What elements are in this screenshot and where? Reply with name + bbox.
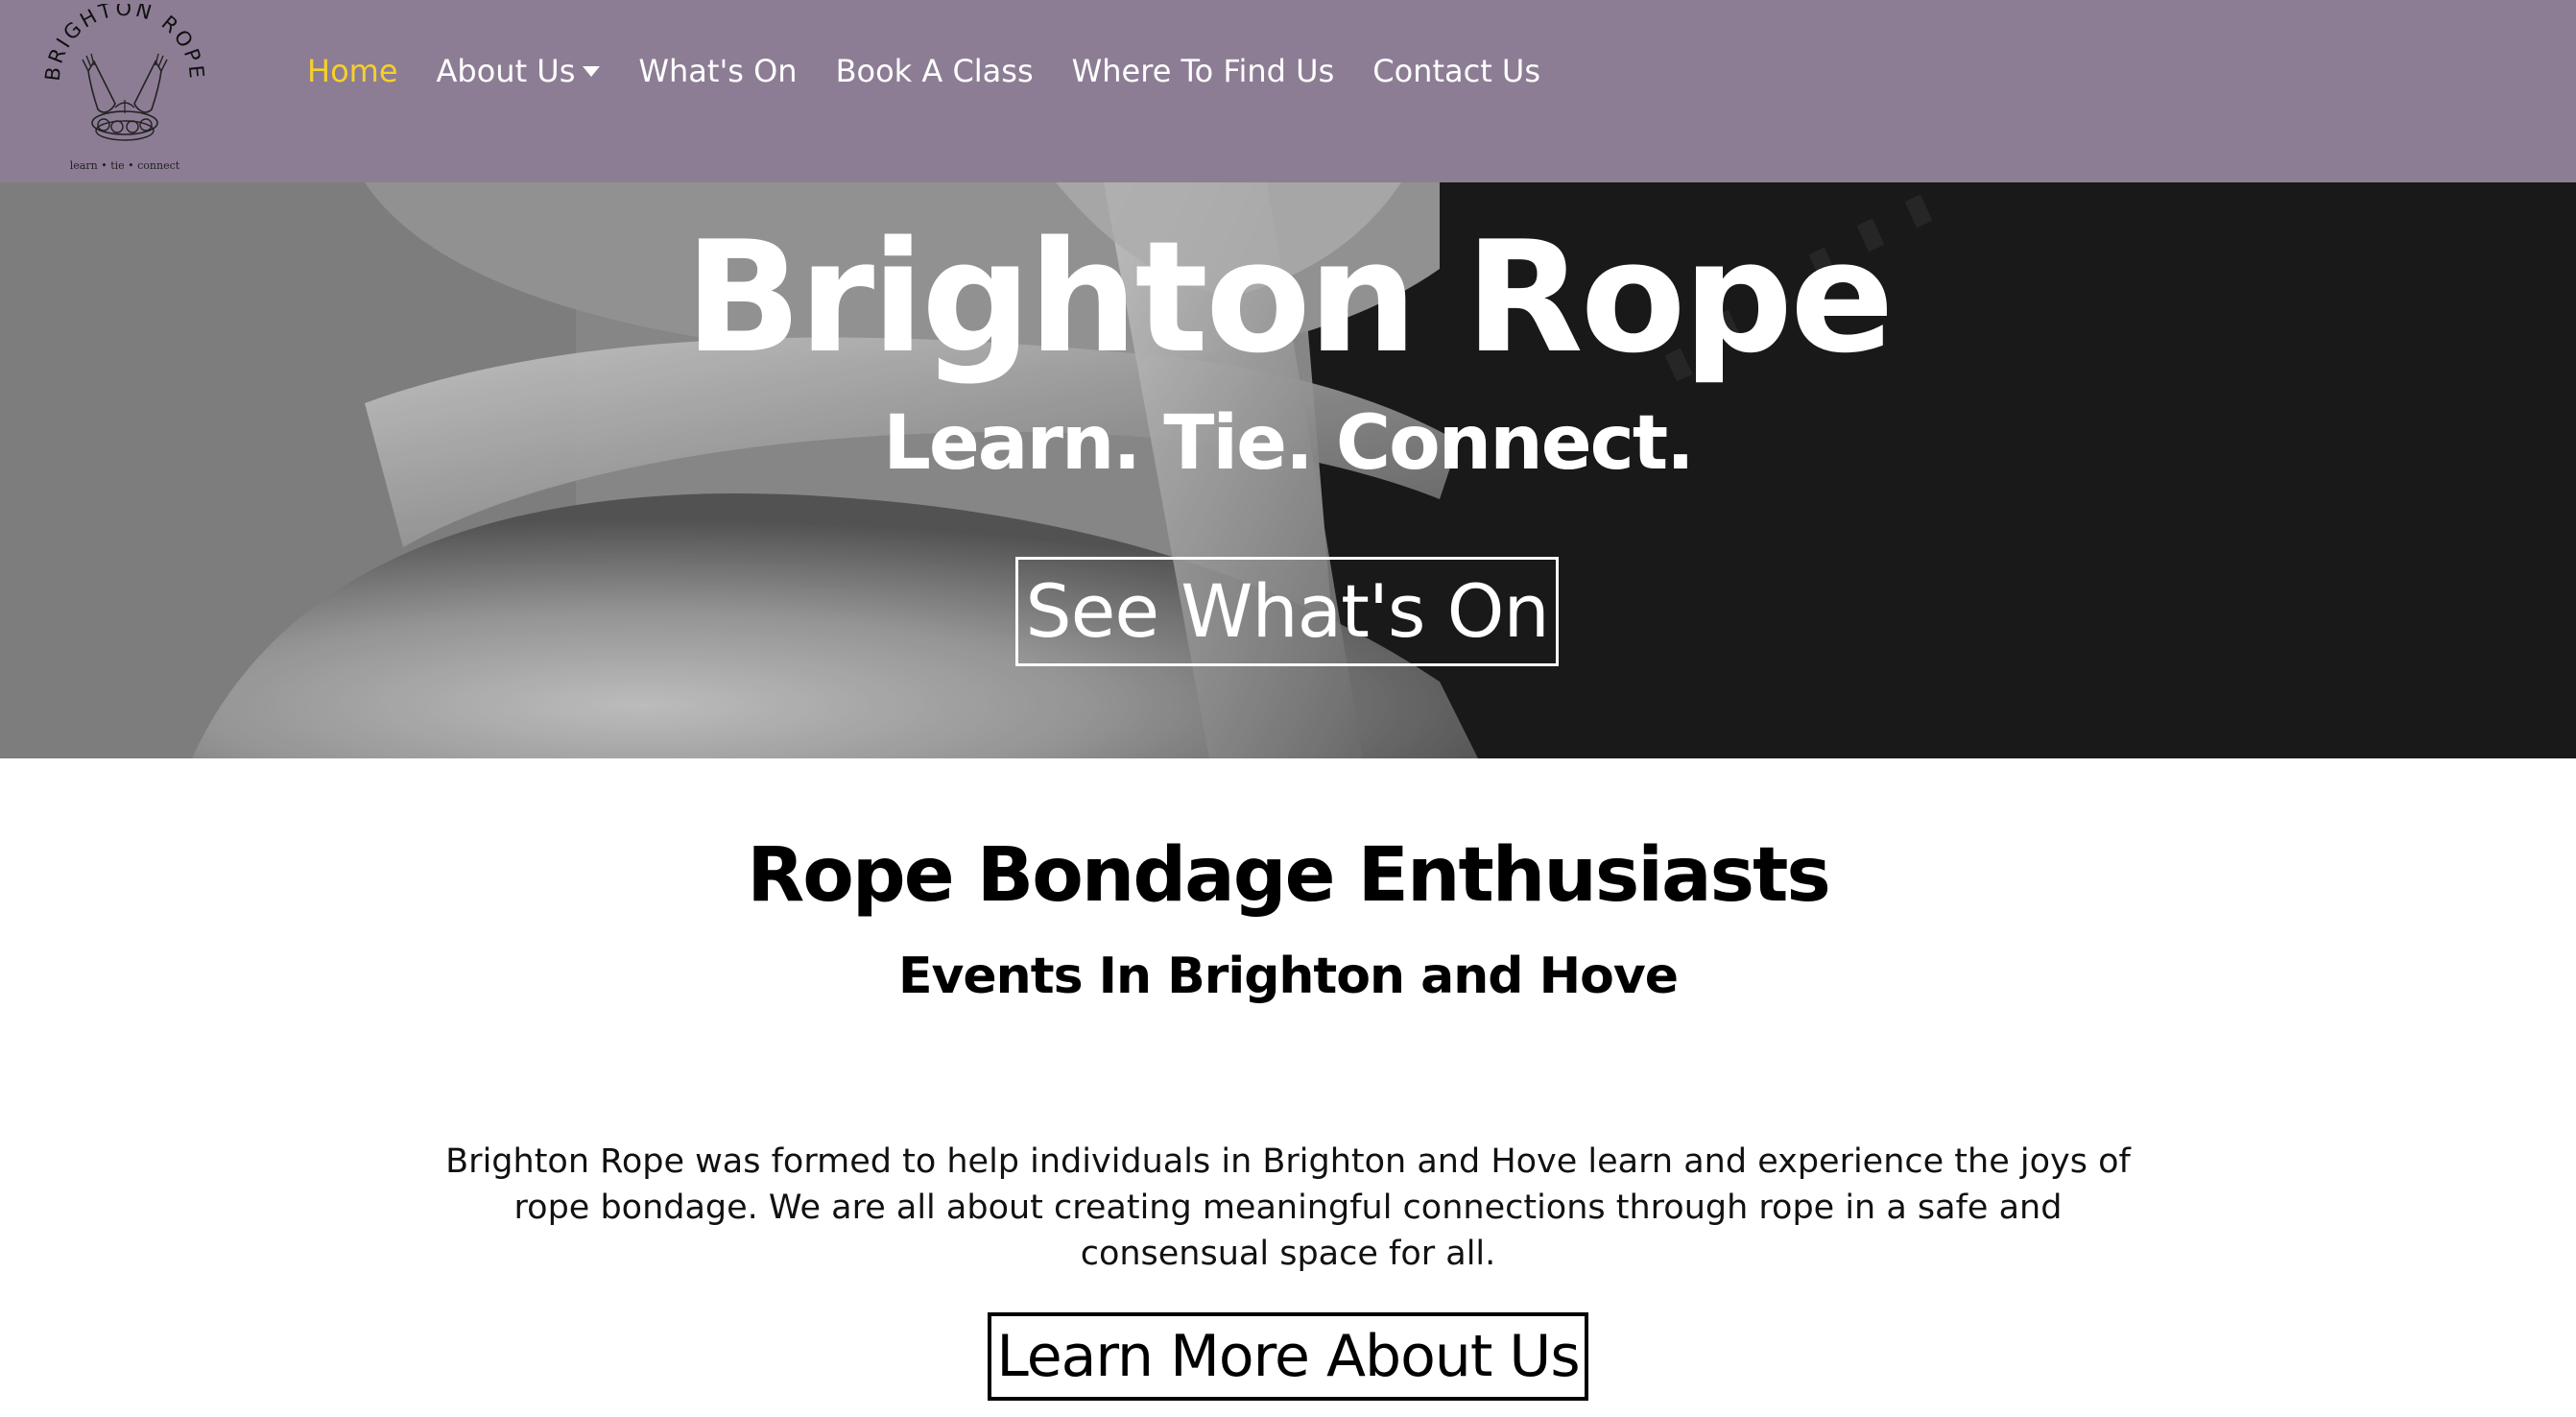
section-subheading: Events In Brighton and Hove (898, 948, 1679, 1005)
nav-about-us-link[interactable]: About Us (437, 53, 601, 89)
caret-down-icon (583, 65, 601, 77)
nav-whats-on-link[interactable]: What's On (638, 53, 797, 89)
hero-tagline: Learn. Tie. Connect. (883, 400, 1695, 487)
svg-text:BRIGHTON ROPE: BRIGHTON ROPE (41, 4, 209, 83)
section-heading: Rope Bondage Enthusiasts (747, 832, 1831, 919)
logo-icon: BRIGHTON ROPE learn • tie • connect (41, 0, 209, 172)
logo-motto: learn • tie • connect (70, 159, 180, 172)
intro-paragraph: Brighton Rope was formed to help individ… (445, 1142, 2131, 1273)
brighton-rope-logo[interactable]: BRIGHTON ROPE learn • tie • connect (40, 0, 209, 179)
nav-home-link[interactable]: Home (307, 53, 398, 89)
logo-arc-text: BRIGHTON ROPE (41, 0, 206, 83)
site-header: BRIGHTON ROPE learn • tie • connect Home… (0, 0, 2576, 182)
nav-where-to-find-us-link[interactable]: Where To Find Us (1072, 53, 1335, 89)
nav-contact-us-link[interactable]: Contact Us (1372, 53, 1540, 89)
learn-more-about-us-button[interactable]: Learn More About Us (988, 1312, 1588, 1401)
hero-banner: Brighton Rope Learn. Tie. Connect. See W… (0, 182, 2576, 758)
nav-book-a-class-link[interactable]: Book A Class (836, 53, 1034, 89)
see-whats-on-button[interactable]: See What's On (1015, 557, 1559, 666)
nav-about-us-label: About Us (436, 53, 576, 89)
hero-title: Brighton Rope (684, 207, 1894, 387)
main-navigation: Home About Us What's On Book A Class Whe… (307, 46, 1579, 96)
